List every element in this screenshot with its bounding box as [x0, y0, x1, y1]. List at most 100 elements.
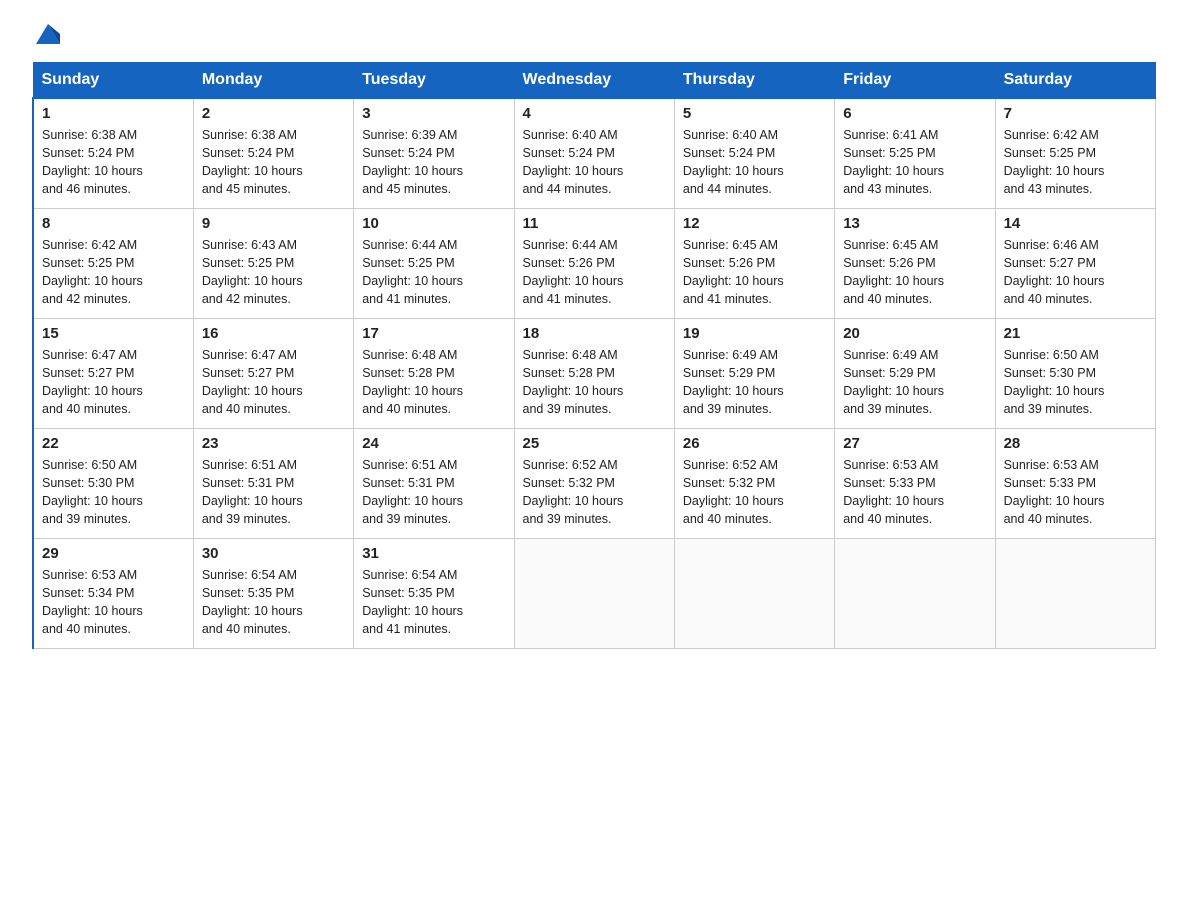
- calendar-week-row: 15Sunrise: 6:47 AMSunset: 5:27 PMDayligh…: [33, 318, 1156, 428]
- day-number: 7: [1004, 105, 1147, 122]
- day-number: 27: [843, 435, 986, 452]
- day-info: Sunrise: 6:48 AMSunset: 5:28 PMDaylight:…: [362, 346, 505, 419]
- header-wednesday: Wednesday: [514, 63, 674, 99]
- header-friday: Friday: [835, 63, 995, 99]
- calendar-day-cell: 8 Sunrise: 6:42 AMSunset: 5:25 PMDaylight…: [33, 208, 193, 318]
- day-number: 25: [523, 435, 666, 452]
- day-number: 10: [362, 215, 505, 232]
- day-number: 17: [362, 325, 505, 342]
- calendar-table: SundayMondayTuesdayWednesdayThursdayFrid…: [32, 62, 1156, 649]
- header-monday: Monday: [193, 63, 353, 99]
- day-number: 23: [202, 435, 345, 452]
- calendar-day-cell: 9 Sunrise: 6:43 AMSunset: 5:25 PMDaylight…: [193, 208, 353, 318]
- calendar-day-cell: 28 Sunrise: 6:53 AMSunset: 5:33 PMDayligh…: [995, 428, 1155, 538]
- calendar-day-cell: [514, 538, 674, 648]
- day-number: 3: [362, 105, 505, 122]
- calendar-day-cell: 11Sunrise: 6:44 AMSunset: 5:26 PMDayligh…: [514, 208, 674, 318]
- calendar-header-row: SundayMondayTuesdayWednesdayThursdayFrid…: [33, 63, 1156, 99]
- calendar-day-cell: 12 Sunrise: 6:45 AMSunset: 5:26 PMDayligh…: [674, 208, 834, 318]
- day-number: 2: [202, 105, 345, 122]
- day-info: Sunrise: 6:49 AMSunset: 5:29 PMDaylight:…: [683, 346, 826, 419]
- day-number: 26: [683, 435, 826, 452]
- calendar-day-cell: 25 Sunrise: 6:52 AMSunset: 5:32 PMDayligh…: [514, 428, 674, 538]
- day-number: 24: [362, 435, 505, 452]
- day-number: 14: [1004, 215, 1147, 232]
- logo: [32, 24, 62, 44]
- day-number: 16: [202, 325, 345, 342]
- day-info: Sunrise: 6:50 AMSunset: 5:30 PMDaylight:…: [1004, 346, 1147, 419]
- header-tuesday: Tuesday: [354, 63, 514, 99]
- day-info: Sunrise: 6:43 AMSunset: 5:25 PMDaylight:…: [202, 236, 345, 309]
- calendar-day-cell: 2 Sunrise: 6:38 AMSunset: 5:24 PMDaylight…: [193, 98, 353, 208]
- day-info: Sunrise: 6:44 AMSunset: 5:25 PMDaylight:…: [362, 236, 505, 309]
- day-info: Sunrise: 6:52 AMSunset: 5:32 PMDaylight:…: [523, 456, 666, 529]
- day-info: Sunrise: 6:51 AMSunset: 5:31 PMDaylight:…: [202, 456, 345, 529]
- day-info: Sunrise: 6:51 AMSunset: 5:31 PMDaylight:…: [362, 456, 505, 529]
- day-info: Sunrise: 6:47 AMSunset: 5:27 PMDaylight:…: [202, 346, 345, 419]
- day-number: 13: [843, 215, 986, 232]
- day-info: Sunrise: 6:46 AMSunset: 5:27 PMDaylight:…: [1004, 236, 1147, 309]
- header-sunday: Sunday: [33, 63, 193, 99]
- day-number: 1: [42, 105, 185, 122]
- day-number: 4: [523, 105, 666, 122]
- calendar-day-cell: 29 Sunrise: 6:53 AMSunset: 5:34 PMDayligh…: [33, 538, 193, 648]
- day-info: Sunrise: 6:40 AMSunset: 5:24 PMDaylight:…: [683, 126, 826, 199]
- day-info: Sunrise: 6:53 AMSunset: 5:33 PMDaylight:…: [1004, 456, 1147, 529]
- day-info: Sunrise: 6:42 AMSunset: 5:25 PMDaylight:…: [42, 236, 185, 309]
- day-number: 29: [42, 545, 185, 562]
- calendar-day-cell: 20 Sunrise: 6:49 AMSunset: 5:29 PMDayligh…: [835, 318, 995, 428]
- day-info: Sunrise: 6:40 AMSunset: 5:24 PMDaylight:…: [523, 126, 666, 199]
- calendar-day-cell: 10 Sunrise: 6:44 AMSunset: 5:25 PMDayligh…: [354, 208, 514, 318]
- day-info: Sunrise: 6:53 AMSunset: 5:34 PMDaylight:…: [42, 566, 185, 639]
- calendar-day-cell: 16 Sunrise: 6:47 AMSunset: 5:27 PMDayligh…: [193, 318, 353, 428]
- day-info: Sunrise: 6:54 AMSunset: 5:35 PMDaylight:…: [202, 566, 345, 639]
- calendar-week-row: 22 Sunrise: 6:50 AMSunset: 5:30 PMDayligh…: [33, 428, 1156, 538]
- calendar-day-cell: [674, 538, 834, 648]
- day-info: Sunrise: 6:39 AMSunset: 5:24 PMDaylight:…: [362, 126, 505, 199]
- day-number: 6: [843, 105, 986, 122]
- calendar-day-cell: 13 Sunrise: 6:45 AMSunset: 5:26 PMDayligh…: [835, 208, 995, 318]
- day-number: 9: [202, 215, 345, 232]
- calendar-day-cell: 27 Sunrise: 6:53 AMSunset: 5:33 PMDayligh…: [835, 428, 995, 538]
- day-info: Sunrise: 6:53 AMSunset: 5:33 PMDaylight:…: [843, 456, 986, 529]
- day-info: Sunrise: 6:41 AMSunset: 5:25 PMDaylight:…: [843, 126, 986, 199]
- logo-icon: [34, 20, 62, 48]
- day-number: 8: [42, 215, 185, 232]
- calendar-day-cell: 4 Sunrise: 6:40 AMSunset: 5:24 PMDaylight…: [514, 98, 674, 208]
- day-info: Sunrise: 6:54 AMSunset: 5:35 PMDaylight:…: [362, 566, 505, 639]
- calendar-day-cell: 30Sunrise: 6:54 AMSunset: 5:35 PMDayligh…: [193, 538, 353, 648]
- day-number: 5: [683, 105, 826, 122]
- calendar-day-cell: 17 Sunrise: 6:48 AMSunset: 5:28 PMDayligh…: [354, 318, 514, 428]
- calendar-day-cell: 19Sunrise: 6:49 AMSunset: 5:29 PMDayligh…: [674, 318, 834, 428]
- day-info: Sunrise: 6:45 AMSunset: 5:26 PMDaylight:…: [683, 236, 826, 309]
- day-info: Sunrise: 6:49 AMSunset: 5:29 PMDaylight:…: [843, 346, 986, 419]
- day-info: Sunrise: 6:38 AMSunset: 5:24 PMDaylight:…: [202, 126, 345, 199]
- calendar-day-cell: 18Sunrise: 6:48 AMSunset: 5:28 PMDayligh…: [514, 318, 674, 428]
- calendar-day-cell: 7 Sunrise: 6:42 AMSunset: 5:25 PMDaylight…: [995, 98, 1155, 208]
- calendar-day-cell: 24 Sunrise: 6:51 AMSunset: 5:31 PMDayligh…: [354, 428, 514, 538]
- calendar-day-cell: 15Sunrise: 6:47 AMSunset: 5:27 PMDayligh…: [33, 318, 193, 428]
- calendar-day-cell: 1 Sunrise: 6:38 AMSunset: 5:24 PMDaylight…: [33, 98, 193, 208]
- day-number: 28: [1004, 435, 1147, 452]
- day-info: Sunrise: 6:52 AMSunset: 5:32 PMDaylight:…: [683, 456, 826, 529]
- day-info: Sunrise: 6:38 AMSunset: 5:24 PMDaylight:…: [42, 126, 185, 199]
- calendar-day-cell: [835, 538, 995, 648]
- calendar-day-cell: 21Sunrise: 6:50 AMSunset: 5:30 PMDayligh…: [995, 318, 1155, 428]
- calendar-day-cell: [995, 538, 1155, 648]
- day-number: 22: [42, 435, 185, 452]
- header-thursday: Thursday: [674, 63, 834, 99]
- calendar-day-cell: 23 Sunrise: 6:51 AMSunset: 5:31 PMDayligh…: [193, 428, 353, 538]
- day-number: 12: [683, 215, 826, 232]
- day-info: Sunrise: 6:44 AMSunset: 5:26 PMDaylight:…: [523, 236, 666, 309]
- calendar-day-cell: 5 Sunrise: 6:40 AMSunset: 5:24 PMDaylight…: [674, 98, 834, 208]
- day-number: 20: [843, 325, 986, 342]
- calendar-day-cell: 26 Sunrise: 6:52 AMSunset: 5:32 PMDayligh…: [674, 428, 834, 538]
- calendar-week-row: 1 Sunrise: 6:38 AMSunset: 5:24 PMDaylight…: [33, 98, 1156, 208]
- day-info: Sunrise: 6:45 AMSunset: 5:26 PMDaylight:…: [843, 236, 986, 309]
- day-info: Sunrise: 6:48 AMSunset: 5:28 PMDaylight:…: [523, 346, 666, 419]
- header-saturday: Saturday: [995, 63, 1155, 99]
- page-header: [32, 24, 1156, 44]
- day-info: Sunrise: 6:42 AMSunset: 5:25 PMDaylight:…: [1004, 126, 1147, 199]
- calendar-week-row: 8 Sunrise: 6:42 AMSunset: 5:25 PMDaylight…: [33, 208, 1156, 318]
- day-info: Sunrise: 6:50 AMSunset: 5:30 PMDaylight:…: [42, 456, 185, 529]
